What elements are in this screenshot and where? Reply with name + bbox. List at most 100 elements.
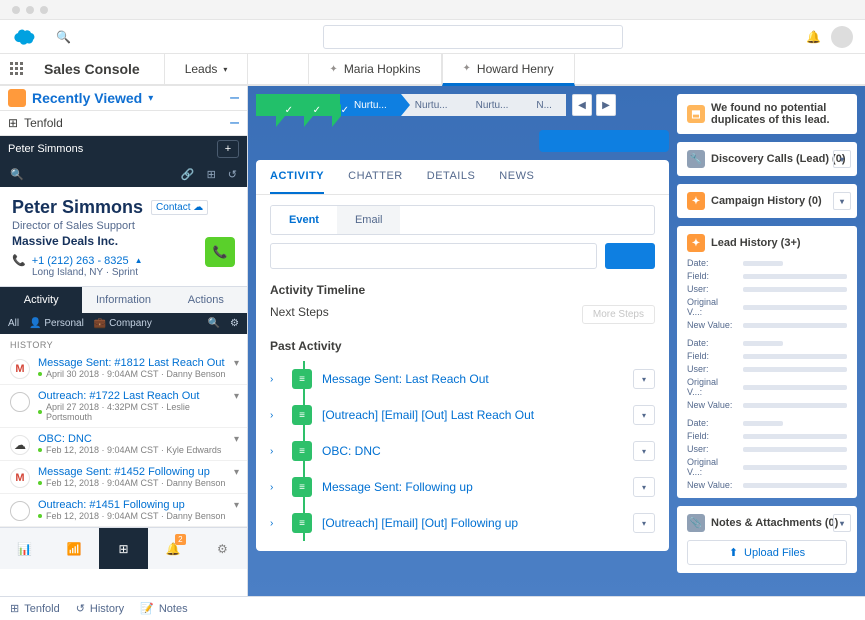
notifications-icon[interactable]: 🔔	[806, 30, 821, 44]
collapse-icon[interactable]: –	[230, 89, 239, 107]
traffic-light-max[interactable]	[40, 6, 48, 14]
chevron-down-icon[interactable]: ▾	[234, 358, 239, 369]
past-activity-item: ›≡[Outreach] [Email] [Out] Following up▾	[270, 505, 655, 541]
dialpad-icon[interactable]: ⊞	[99, 528, 148, 569]
tab-activity[interactable]: Activity	[0, 287, 82, 313]
center-panel: Nurtu... Nurtu... Nurtu... N... ◀ ▶ ACTI…	[248, 86, 677, 596]
panel-menu-button[interactable]: ▾	[833, 192, 851, 210]
nav-item-leads[interactable]: Leads▾	[164, 54, 249, 84]
filter-personal[interactable]: 👤 Personal	[29, 318, 84, 329]
event-submit-button[interactable]	[605, 243, 655, 269]
settings-icon[interactable]: ⚙	[198, 528, 247, 569]
tab-chatter[interactable]: CHATTER	[348, 160, 403, 194]
salesforce-icon: ☁	[10, 435, 30, 455]
event-subject-input[interactable]	[270, 243, 597, 269]
task-icon: ≡	[292, 477, 312, 497]
mark-status-button[interactable]	[539, 130, 669, 152]
path-stage-active[interactable]: Nurtu...	[340, 94, 401, 116]
subtab-event[interactable]: Event	[271, 206, 337, 234]
alerts-icon[interactable]: 🔔2	[148, 528, 197, 569]
history-item[interactable]: Outreach: #1451 Following upFeb 12, 2018…	[0, 494, 247, 527]
contact-tab-name[interactable]: Peter Simmons	[8, 143, 83, 155]
grid-icon[interactable]: ⊞	[207, 168, 216, 181]
tab-news[interactable]: NEWS	[499, 160, 534, 194]
item-menu-button[interactable]: ▾	[633, 405, 655, 425]
expand-icon[interactable]: ›	[270, 518, 282, 529]
path-stage-pending[interactable]: Nurtu...	[462, 94, 523, 116]
contact-phone[interactable]: 📞 +1 (212) 263 - 8325 ▲	[12, 254, 235, 267]
item-menu-button[interactable]: ▾	[633, 513, 655, 533]
tab-actions[interactable]: Actions	[165, 287, 247, 313]
expand-icon[interactable]: ›	[270, 482, 282, 493]
more-steps-button[interactable]: More Steps	[582, 305, 655, 324]
history-icon[interactable]: ↺	[228, 168, 237, 181]
discovery-calls-panel[interactable]: 🔧Discovery Calls (Lead) (0)▾	[677, 142, 857, 176]
search-icon[interactable]: 🔍	[208, 318, 220, 329]
filter-icon[interactable]: ⚙	[230, 318, 239, 329]
chevron-down-icon[interactable]: ▾	[234, 467, 239, 478]
app-launcher-icon[interactable]	[0, 62, 34, 76]
utility-tenfold[interactable]: ⊞Tenfold	[10, 602, 60, 615]
expand-icon[interactable]: ›	[270, 410, 282, 421]
tab-information[interactable]: Information	[82, 287, 164, 313]
path-prev-button[interactable]: ◀	[572, 94, 592, 116]
task-icon: ≡	[292, 405, 312, 425]
expand-icon[interactable]: ›	[270, 374, 282, 385]
history-item[interactable]: Outreach: #1722 Last Reach OutApril 27 2…	[0, 385, 247, 428]
recently-viewed-row[interactable]: Recently Viewed▾ –	[0, 86, 247, 111]
salesforce-logo[interactable]	[12, 29, 36, 45]
past-activity-item: ›≡Message Sent: Last Reach Out▾	[270, 361, 655, 397]
tenfold-row[interactable]: ⊞ Tenfold –	[0, 111, 247, 136]
add-contact-button[interactable]: +	[217, 140, 239, 158]
path-stage-pending[interactable]: Nurtu...	[401, 94, 462, 116]
tab-activity[interactable]: ACTIVITY	[270, 160, 324, 194]
workspace-tab-maria[interactable]: ✦Maria Hopkins	[308, 54, 441, 84]
history-item[interactable]: ☁OBC: DNCFeb 12, 2018 · 9:04AM CST · Kyl…	[0, 428, 247, 461]
past-activity-item: ›≡Message Sent: Following up▾	[270, 469, 655, 505]
call-button[interactable]: 📞	[205, 237, 235, 267]
gmail-icon	[10, 468, 30, 488]
tab-details[interactable]: DETAILS	[427, 160, 476, 194]
traffic-light-min[interactable]	[26, 6, 34, 14]
history-item[interactable]: Message Sent: #1452 Following upFeb 12, …	[0, 461, 247, 494]
app-nav: Sales Console Leads▾ ✦Maria Hopkins ✦How…	[0, 54, 865, 86]
lead-icon: ✦	[687, 234, 705, 252]
panel-menu-button[interactable]: ▾	[833, 150, 851, 168]
workspace-tab-howard[interactable]: ✦Howard Henry	[442, 54, 575, 86]
filter-company[interactable]: 💼 Company	[94, 318, 152, 329]
history-item[interactable]: Message Sent: #1812 Last Reach OutApril …	[0, 352, 247, 385]
expand-icon[interactable]: ›	[270, 446, 282, 457]
filter-all[interactable]: All	[8, 318, 19, 329]
phone-icon: 📞	[12, 254, 26, 267]
item-menu-button[interactable]: ▾	[633, 369, 655, 389]
traffic-light-close[interactable]	[12, 6, 20, 14]
collapse-icon[interactable]: –	[230, 114, 239, 132]
chevron-down-icon[interactable]: ▾	[234, 434, 239, 445]
utility-notes[interactable]: 📝Notes	[140, 602, 187, 615]
feed-icon[interactable]: 📶	[49, 528, 98, 569]
global-search-input[interactable]	[323, 25, 623, 49]
path-stage-done[interactable]	[256, 94, 284, 116]
contact-toolbar: 🔍 🔗 ⊞ ↺	[0, 162, 247, 187]
dashboard-icon[interactable]: 📊	[0, 528, 49, 569]
item-menu-button[interactable]: ▾	[633, 441, 655, 461]
utility-history[interactable]: ↺History	[76, 602, 124, 615]
sidebar-bottom-toolbar: 📊 📶 ⊞ 🔔2 ⚙	[0, 527, 247, 569]
subtab-email[interactable]: Email	[337, 206, 401, 234]
chevron-down-icon[interactable]: ▾	[234, 500, 239, 511]
search-icon[interactable]: 🔍	[10, 168, 24, 181]
gmail-icon	[10, 359, 30, 379]
upload-icon: ⬆	[729, 546, 738, 559]
campaign-history-panel[interactable]: ✦Campaign History (0)▾	[677, 184, 857, 218]
upload-files-button[interactable]: ⬆Upload Files	[687, 540, 847, 565]
contact-card: Peter Simmons Contact ☁ Director of Sale…	[0, 187, 247, 286]
path-next-button[interactable]: ▶	[596, 94, 616, 116]
contact-badge[interactable]: Contact ☁	[151, 200, 208, 215]
panel-menu-button[interactable]: ▾	[833, 514, 851, 532]
contact-company: Massive Deals Inc.	[12, 234, 235, 248]
link-icon[interactable]: 🔗	[181, 168, 195, 181]
history-icon: ↺	[76, 602, 85, 615]
user-avatar[interactable]	[831, 26, 853, 48]
chevron-down-icon[interactable]: ▾	[234, 391, 239, 402]
item-menu-button[interactable]: ▾	[633, 477, 655, 497]
